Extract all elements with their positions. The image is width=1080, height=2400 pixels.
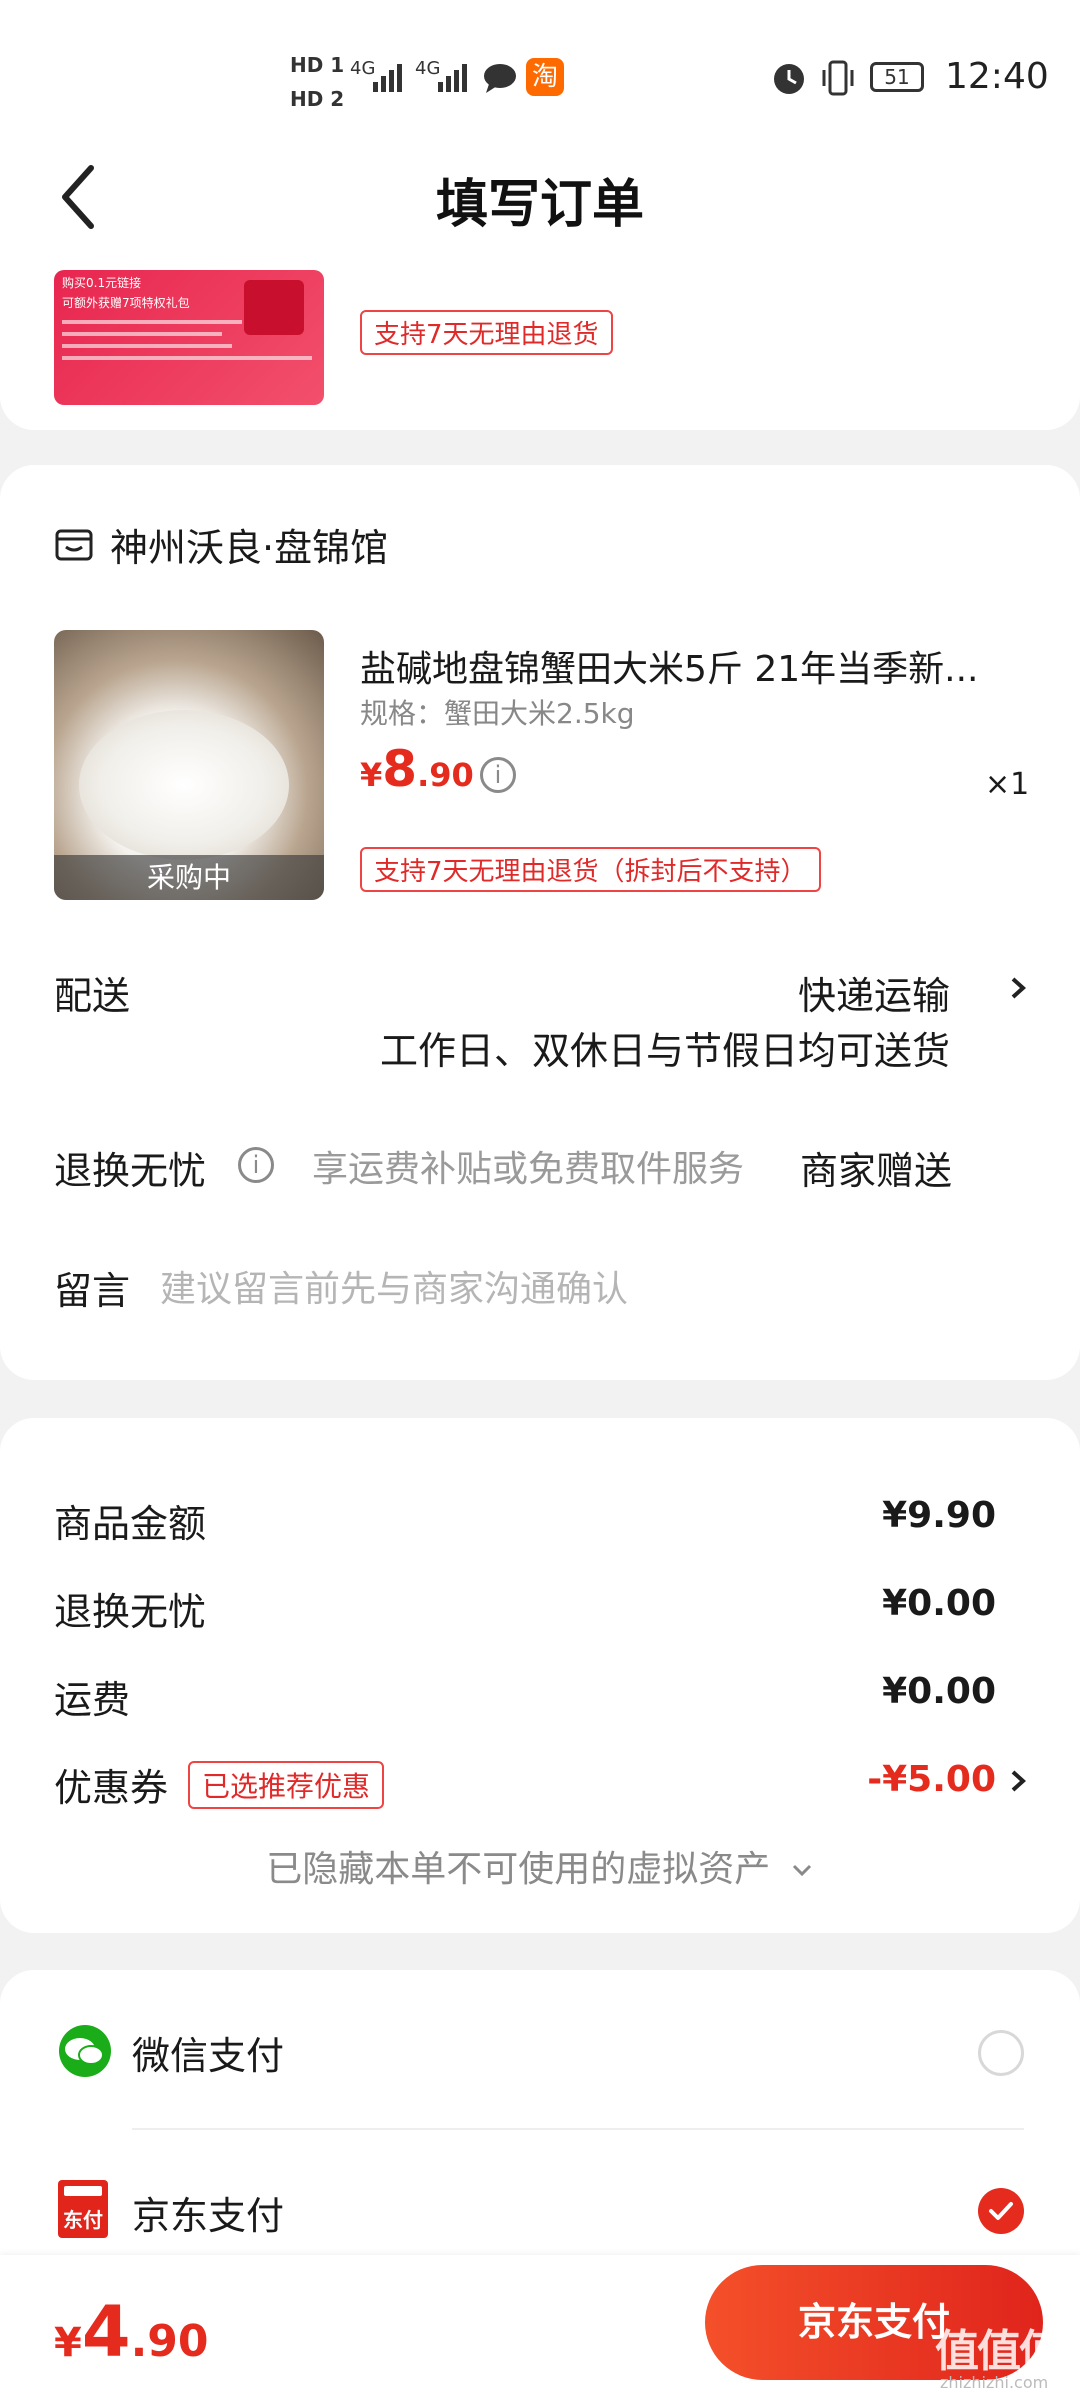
network2-label: 4G <box>415 58 441 79</box>
delivery-note: 工作日、双休日与节假日均可送货 <box>379 1029 950 1073</box>
chevron-right-icon[interactable] <box>1008 973 1028 1007</box>
coupon-tag: 已选推荐优惠 <box>188 1761 385 1809</box>
coupon-chevron-right-icon[interactable] <box>1008 1766 1028 1800</box>
worry-free-label: 退换无忧 <box>54 1149 207 1193</box>
jd-pay-icon: 东付 <box>58 2180 108 2238</box>
product-image[interactable]: 采购中 <box>54 630 324 900</box>
wechat-pay-option[interactable]: 微信支付 <box>0 1970 1080 2120</box>
total-decimal: .90 <box>130 2316 209 2367</box>
battery-icon: 51 <box>870 62 924 92</box>
coupon-value[interactable]: -¥5.00 <box>750 1759 996 1800</box>
delivery-method[interactable]: 快递运输 <box>600 965 950 1020</box>
thumb-text-lines-4 <box>62 356 312 360</box>
product-title[interactable]: 盐碱地盘锦蟹田大米5斤 21年当季新... <box>360 640 1030 692</box>
worry-free-info-icon[interactable]: i <box>238 1147 274 1183</box>
network1-label: 4G <box>350 58 376 79</box>
thumb-text-lines-3 <box>62 344 232 348</box>
thumb-text-lines-2 <box>62 332 222 336</box>
product-price: ¥8.90 <box>360 740 474 798</box>
message-label: 留言 <box>54 1269 131 1313</box>
thumb-text-lines <box>62 320 242 324</box>
vibrate-icon <box>820 58 856 102</box>
worry-free-fee-label: 退换无忧 <box>54 1590 207 1634</box>
clock: 12:40 <box>945 56 1049 97</box>
page-title: 填写订单 <box>435 175 644 235</box>
product-quantity: ×1 <box>985 767 1030 802</box>
hd2-label: HD 2 <box>290 87 345 111</box>
top-product-card: 购买0.1元链接 可额外获赠7项特权礼包 支持7天无理由退货 <box>0 230 1080 430</box>
jd-radio-checked[interactable] <box>978 2188 1024 2234</box>
shop-name[interactable]: 神州沃良·盘锦馆 <box>110 517 388 572</box>
price-decimal: .90 <box>417 756 474 794</box>
hidden-assets-toggle[interactable]: 已隐藏本单不可使用的虚拟资产 <box>0 1840 1080 1892</box>
price-symbol: ¥ <box>360 756 383 794</box>
worry-free-fee-value: ¥0.00 <box>882 1583 996 1624</box>
wechat-pay-label: 微信支付 <box>132 2034 285 2078</box>
alarm-icon <box>770 60 808 100</box>
coupon-label: 优惠券 <box>54 1766 169 1810</box>
red-envelope-graphic <box>244 280 304 335</box>
summary-card: 商品金额 ¥9.90 退换无忧 ¥0.00 运费 ¥0.00 优惠券 已选推荐优… <box>0 1418 1080 1933</box>
product-return-tag-wrap: 支持7天无理由退货（拆封后不支持） <box>360 847 821 892</box>
product-spec[interactable]: 规格：蟹田大米2.5kg <box>360 692 635 732</box>
worry-free-value: 商家赠送 <box>800 1149 953 1193</box>
product-return-tag: 支持7天无理由退货（拆封后不支持） <box>360 847 821 892</box>
top-product-thumbnail[interactable]: 购买0.1元链接 可额外获赠7项特权礼包 <box>54 270 324 405</box>
hd1-label: HD 1 <box>290 53 345 77</box>
jd-pay-label: 京东支付 <box>132 2194 285 2238</box>
hidden-assets-text: 已隐藏本单不可使用的虚拟资产 <box>266 1849 771 1890</box>
watermark-logo: 值值值 <box>935 2326 1063 2377</box>
info-icon[interactable]: i <box>480 757 516 793</box>
goods-amount-label: 商品金额 <box>54 1502 207 1546</box>
goods-amount-value: ¥9.90 <box>882 1495 996 1536</box>
taobao-app-icon: 淘 <box>526 58 564 96</box>
shipping-value: ¥0.00 <box>882 1671 996 1712</box>
thumb-line2: 可额外获赠7项特权礼包 <box>62 296 190 310</box>
message-bubble-icon <box>483 62 519 98</box>
worry-free-desc: 享运费补贴或免费取件服务 <box>312 1149 745 1190</box>
top-return-tag-wrap: 支持7天无理由退货 <box>360 310 613 355</box>
wechat-icon <box>54 2025 116 2081</box>
total-symbol: ¥ <box>54 2320 82 2366</box>
signal-icon-2 <box>438 60 474 96</box>
shop-icon <box>54 525 94 567</box>
watermark-url: zhizhizhi.com <box>940 2373 1049 2392</box>
return-policy-tag: 支持7天无理由退货 <box>360 310 613 355</box>
price-integer: 8 <box>382 740 418 798</box>
chevron-down-icon <box>792 1864 811 1877</box>
hd-indicators: HD 1 HD 2 <box>290 48 344 116</box>
message-input[interactable]: 建议留言前先与商家沟通确认 <box>160 1260 628 1312</box>
bottom-bar: ¥4.90 京东支付 值值值 zhizhizhi.com <box>0 2255 1080 2400</box>
jd-pay-icon-text: 东付 <box>63 2208 103 2232</box>
rice-bowl-graphic <box>79 710 289 860</box>
purchasing-overlay: 采购中 <box>54 855 324 900</box>
signal-icon-1 <box>373 60 409 96</box>
status-bar: HD 1 HD 2 4G 4G 淘 51 12:40 <box>0 0 1080 140</box>
total-price: ¥4.90 <box>54 2291 209 2373</box>
shipping-label: 运费 <box>54 1678 131 1722</box>
coupon-tag-wrap: 已选推荐优惠 <box>188 1761 385 1809</box>
shop-card: 神州沃良·盘锦馆 采购中 盐碱地盘锦蟹田大米5斤 21年当季新... 规格：蟹田… <box>0 465 1080 1380</box>
wechat-radio[interactable] <box>978 2030 1024 2076</box>
thumb-line1: 购买0.1元链接 <box>62 276 142 290</box>
check-icon <box>989 2202 1013 2220</box>
total-integer: 4 <box>81 2291 131 2373</box>
delivery-label: 配送 <box>54 974 131 1018</box>
